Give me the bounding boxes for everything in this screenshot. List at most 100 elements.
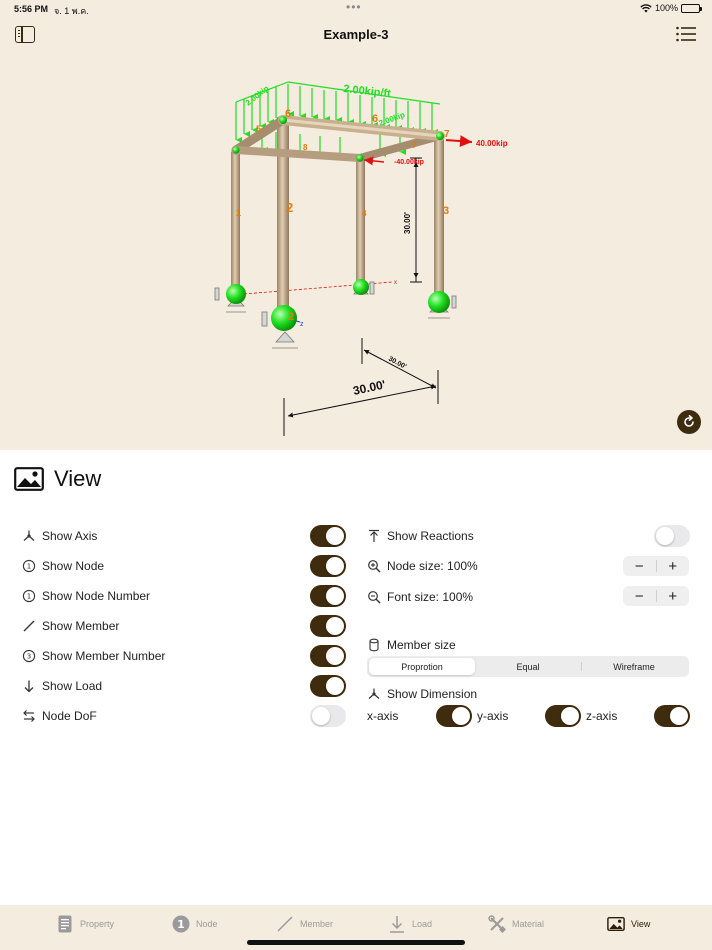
point-load-x-label: 40.00kip (476, 139, 508, 148)
dof-arrows-icon (22, 709, 36, 723)
distributed-load-label: 2.00kip/ft (343, 83, 392, 100)
view-settings-panel: View Show Axis 1 Show Node 1 Show Node N… (0, 450, 712, 905)
tools-icon (488, 915, 506, 933)
option-show-axis: Show Axis (22, 524, 97, 548)
photo-icon (607, 915, 625, 933)
photo-icon (14, 467, 44, 491)
panel-title: View (54, 466, 102, 491)
svg-text:3: 3 (443, 205, 449, 217)
svg-text:1: 1 (27, 593, 31, 601)
svg-text:6: 6 (372, 113, 378, 125)
battery-percent: 100% (654, 3, 678, 13)
frame-beams (231, 115, 445, 162)
tab-load[interactable]: Load (388, 915, 432, 933)
status-bar: 5:56 PM จ. 1 พ.ค. ••• 100% (0, 0, 712, 18)
frame-3d-canvas[interactable]: 2.00kip/ft 2.00kip 2.00kip 30.00' 30.00'… (0, 56, 712, 450)
svg-text:6: 6 (285, 108, 291, 120)
multitasking-dots-icon[interactable]: ••• (346, 1, 362, 13)
member-icon (276, 915, 294, 933)
option-show-member: Show Member (22, 614, 119, 638)
tab-property[interactable]: Property (56, 915, 114, 933)
z-axis-dimension-label: z-axis (586, 709, 618, 723)
option-node-size: Node size: 100% (367, 554, 478, 578)
show-reactions-toggle[interactable] (654, 525, 690, 547)
font-size-decrement-button[interactable]: − (623, 586, 656, 606)
option-member-size: Member size (367, 633, 456, 657)
structure-viewport[interactable]: 5:56 PM จ. 1 พ.ค. ••• 100% Example-3 2.0… (0, 0, 712, 450)
tab-view[interactable]: View (607, 915, 650, 933)
y-axis-dimension-toggle[interactable] (545, 705, 581, 727)
svg-text:7: 7 (412, 141, 417, 150)
font-size-stepper[interactable]: − + (623, 586, 689, 606)
home-indicator[interactable] (247, 940, 465, 945)
node-number-icon: 1 (22, 589, 36, 603)
node-icon: 1 (172, 915, 190, 933)
tab-node[interactable]: 1 Node (172, 915, 218, 933)
tab-bar: Property 1 Node Member Load Material Vie… (0, 905, 712, 950)
option-show-member-number: 3 Show Member Number (22, 644, 165, 668)
svg-text:5: 5 (256, 124, 261, 134)
list-menu-icon[interactable] (676, 26, 696, 42)
segment-proprotion[interactable]: Proprotion (369, 658, 475, 675)
y-axis-dimension-label: y-axis (477, 709, 509, 723)
show-node-toggle[interactable] (310, 555, 346, 577)
axis-icon (367, 687, 381, 701)
point-load-arrow-x (445, 135, 473, 148)
svg-text:1: 1 (27, 563, 31, 571)
svg-text:2: 2 (286, 200, 293, 215)
zoom-in-icon (367, 559, 381, 573)
member-number-icon: 3 (22, 649, 36, 663)
zoom-out-icon (367, 590, 381, 604)
member-line-icon (22, 619, 36, 633)
show-node-number-toggle[interactable] (310, 585, 346, 607)
svg-text:2: 2 (288, 311, 294, 323)
x-axis-dimension-toggle[interactable] (436, 705, 472, 727)
arrow-up-bar-icon (367, 529, 381, 543)
show-load-toggle[interactable] (310, 675, 346, 697)
svg-text:8: 8 (303, 143, 308, 152)
segment-equal[interactable]: Equal (475, 658, 581, 675)
node-size-decrement-button[interactable]: − (623, 556, 656, 576)
show-axis-toggle[interactable] (310, 525, 346, 547)
segment-wireframe[interactable]: Wireframe (581, 658, 687, 675)
point-load-arrow-z (363, 156, 385, 166)
option-show-node-number: 1 Show Node Number (22, 584, 150, 608)
point-load-z-label: -40.00kip (394, 159, 424, 166)
cylinder-icon (367, 638, 381, 652)
support-symbols (214, 281, 457, 349)
tab-member[interactable]: Member (276, 915, 333, 933)
member-size-segmented-control[interactable]: Proprotion Equal Wireframe (367, 656, 689, 677)
x-axis-label: x (394, 280, 397, 286)
panel-header: View (14, 466, 101, 492)
load-icon (388, 915, 406, 933)
battery-icon (681, 3, 702, 13)
z-axis-label: z (300, 321, 304, 328)
node-circle-icon: 1 (22, 559, 36, 573)
svg-text:1: 1 (236, 208, 241, 218)
arrow-down-icon (22, 679, 36, 693)
small-load-label-left: 2.00kip (244, 84, 271, 108)
svg-text:7: 7 (444, 129, 450, 140)
document-title: Example-3 (323, 27, 389, 42)
node-dof-toggle[interactable] (310, 705, 346, 727)
z-axis-dimension-toggle[interactable] (654, 705, 690, 727)
option-node-dof: Node DoF (22, 704, 97, 728)
option-show-node: 1 Show Node (22, 554, 104, 578)
option-show-reactions: Show Reactions (367, 524, 474, 548)
node-size-stepper[interactable]: − + (623, 556, 689, 576)
rotate-reset-button[interactable] (677, 410, 701, 434)
x-axis-dimension-label: x-axis (367, 709, 399, 723)
width-dimension-label: 30.00' (352, 377, 387, 398)
status-date: จ. 1 พ.ค. (54, 6, 89, 16)
axis-icon (22, 529, 36, 543)
tab-material[interactable]: Material (488, 915, 544, 933)
depth-dimension-label: 30.00' (387, 356, 408, 371)
height-dimension-label: 30.00' (403, 212, 412, 234)
rotate-icon (684, 415, 694, 427)
show-member-number-toggle[interactable] (310, 645, 346, 667)
font-size-increment-button[interactable]: + (657, 586, 690, 606)
show-member-toggle[interactable] (310, 615, 346, 637)
option-font-size: Font size: 100% (367, 585, 473, 609)
svg-text:3: 3 (27, 653, 31, 661)
node-size-increment-button[interactable]: + (657, 556, 690, 576)
